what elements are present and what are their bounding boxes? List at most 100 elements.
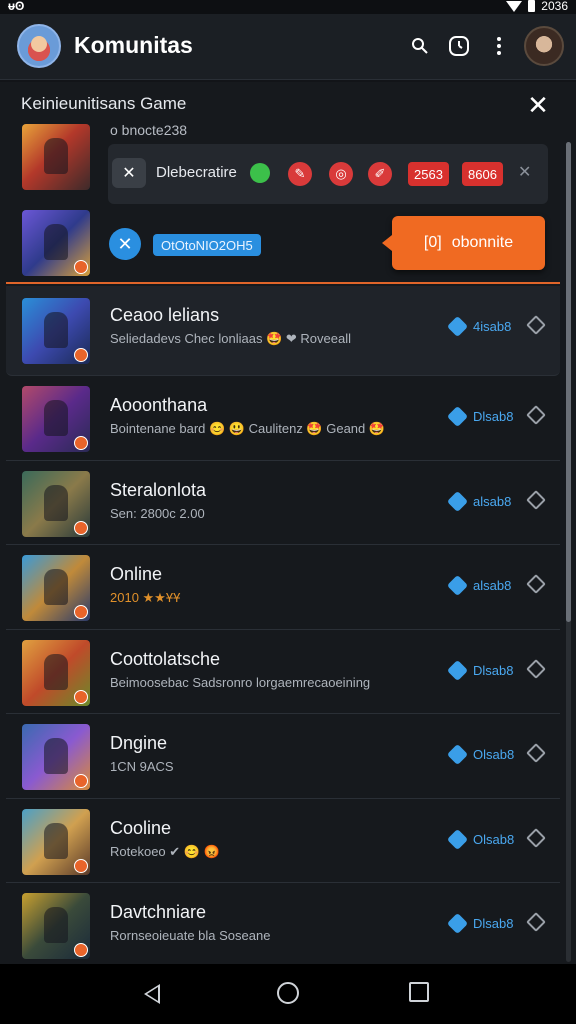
list-item[interactable]: Online 2010 ★★ҰҰ alsab8 bbox=[6, 545, 560, 630]
game-title: Coottolatsche bbox=[110, 648, 221, 669]
featured-meta: o bnocte238 bbox=[110, 122, 188, 138]
list-item[interactable]: Ceaoo lelians Seliedadevs Chec lonliaas … bbox=[6, 286, 560, 376]
character-art bbox=[44, 224, 68, 260]
game-stat: alsab8 bbox=[446, 490, 512, 512]
featured-thumbnail-1[interactable] bbox=[22, 124, 90, 190]
diamond-more-icon[interactable] bbox=[526, 405, 546, 425]
community-panel: Keinieunitisans Game ✕ o bnocte238 ✕ Dle… bbox=[0, 82, 576, 964]
status-right: 2036 bbox=[506, 0, 568, 13]
list-item[interactable]: Steralonlota Sen: 2800c 2.00 alsab8 bbox=[6, 461, 560, 545]
badge-icon bbox=[74, 605, 88, 619]
game-title: Online bbox=[110, 564, 163, 584]
close-circle-button[interactable]: ✕ bbox=[109, 228, 141, 260]
status-left-text: ᵾʘ bbox=[8, 0, 25, 13]
pencil-button[interactable]: ✐ bbox=[368, 162, 392, 186]
game-thumbnail bbox=[22, 808, 90, 875]
join-button[interactable]: [0] obonnite bbox=[382, 216, 545, 270]
stat-value: Olsab8 bbox=[473, 831, 515, 847]
game-subtitle: Bointenane bard 😊 😃 Caulitenz 🤩 Geand 🤩 bbox=[110, 421, 386, 436]
hexagon-icon bbox=[446, 912, 469, 935]
character-art bbox=[44, 822, 68, 859]
hexagon-icon bbox=[446, 315, 469, 338]
stat-value: Olsab8 bbox=[473, 747, 515, 762]
game-stat: Dlsab8 bbox=[446, 405, 514, 428]
close-icon[interactable]: ✕ bbox=[525, 92, 551, 118]
game-subtitle: Sen: 2800c 2.00 bbox=[110, 505, 205, 521]
search-icon[interactable] bbox=[408, 34, 432, 58]
target-button[interactable]: ◎ bbox=[329, 162, 353, 186]
diamond-more-icon[interactable] bbox=[526, 315, 546, 335]
game-thumbnail bbox=[22, 386, 90, 452]
panel-title: Keinieunitisans Game bbox=[21, 94, 187, 113]
game-subtitle: 1CN 9ACS bbox=[110, 759, 174, 774]
diamond-more-icon[interactable] bbox=[526, 658, 546, 679]
hexagon-icon bbox=[446, 405, 469, 428]
featured-thumbnail-2[interactable] bbox=[22, 210, 90, 276]
profile-avatar[interactable] bbox=[524, 26, 564, 66]
list-item[interactable]: Cooline Rotekoeo ✔ 😊 😡 Olsab8 bbox=[6, 799, 560, 883]
code-chip[interactable]: OtOtoNIO2OH5 bbox=[153, 234, 261, 256]
stat-value: Dlsab8 bbox=[473, 409, 514, 424]
list-item[interactable]: Aooonthana Bointenane bard 😊 😃 Caulitenz… bbox=[6, 376, 560, 461]
badge-icon bbox=[74, 689, 88, 704]
game-title: Cooline bbox=[110, 817, 172, 838]
hexagon-icon bbox=[446, 828, 469, 850]
game-title: Dngine bbox=[110, 733, 168, 753]
badge-icon bbox=[74, 260, 88, 274]
character-art bbox=[44, 569, 68, 605]
diamond-more-icon[interactable] bbox=[526, 912, 546, 932]
history-icon[interactable] bbox=[447, 34, 471, 58]
game-subtitle: Rornseoieuate bla Soseane bbox=[110, 928, 271, 943]
game-title: Davtchniare bbox=[110, 902, 207, 922]
game-stat: Dlsab8 bbox=[446, 659, 514, 681]
game-title: Steralonlota bbox=[110, 479, 207, 500]
toolbar-close-icon[interactable]: ✕ bbox=[518, 162, 531, 182]
diamond-more-icon[interactable] bbox=[526, 574, 546, 594]
game-subtitle: Beimoosebac Sadsronro lorgaemrecaoeining bbox=[110, 674, 371, 690]
back-icon[interactable] bbox=[144, 984, 160, 1004]
game-title: Ceaoo lelians bbox=[110, 305, 220, 325]
community-logo[interactable] bbox=[17, 24, 61, 68]
list-item[interactable]: Davtchniare Rornseoieuate bla Soseane Dl… bbox=[6, 883, 560, 968]
stat-value: alsab8 bbox=[473, 493, 512, 509]
battery-icon bbox=[528, 0, 536, 12]
hexagon-icon bbox=[446, 659, 469, 681]
recents-icon[interactable] bbox=[409, 982, 429, 1002]
list-item[interactable]: Dngine 1CN 9ACS Olsab8 bbox=[6, 714, 560, 799]
game-thumbnail bbox=[22, 298, 90, 364]
character-art bbox=[44, 400, 68, 436]
more-vertical-icon[interactable] bbox=[487, 34, 511, 58]
character-art bbox=[44, 653, 68, 690]
character-art bbox=[44, 312, 68, 348]
scrollbar-thumb[interactable] bbox=[566, 142, 571, 622]
diamond-more-icon[interactable] bbox=[526, 489, 546, 510]
cta-icon: [0] bbox=[423, 234, 442, 251]
app-title: Komunitas bbox=[74, 32, 193, 58]
list-item[interactable]: Coottolatsche Beimoosebac Sadsronro lorg… bbox=[6, 630, 560, 714]
game-thumbnail bbox=[22, 639, 90, 706]
hexagon-icon bbox=[446, 490, 469, 512]
count-pill-2[interactable]: 8606 bbox=[462, 162, 503, 186]
game-title: Aooonthana bbox=[110, 395, 208, 415]
badge-icon bbox=[74, 520, 88, 535]
character-art bbox=[44, 738, 68, 774]
stat-value: Dlsab8 bbox=[473, 662, 514, 678]
diamond-more-icon[interactable] bbox=[526, 743, 546, 763]
heart-button[interactable]: ✎ bbox=[288, 162, 312, 186]
diamond-more-icon[interactable] bbox=[526, 827, 546, 848]
stat-value: alsab8 bbox=[473, 578, 512, 593]
game-subtitle: Rotekoeo ✔ 😊 😡 bbox=[110, 843, 220, 859]
app-bar: Komunitas bbox=[0, 14, 576, 80]
section-divider bbox=[6, 282, 560, 284]
game-list: Ceaoo lelians Seliedadevs Chec lonliaas … bbox=[6, 286, 560, 968]
game-subtitle: 2010 ★★ҰҰ bbox=[110, 590, 181, 605]
badge-icon bbox=[74, 436, 88, 450]
dismiss-button[interactable]: ✕ bbox=[112, 158, 146, 188]
character-art bbox=[44, 484, 68, 521]
count-pill-1[interactable]: 2563 bbox=[408, 162, 449, 186]
character-art bbox=[44, 138, 68, 174]
game-stat: Olsab8 bbox=[446, 828, 515, 850]
system-nav-bar bbox=[0, 964, 576, 1024]
badge-icon bbox=[74, 943, 88, 957]
home-icon[interactable] bbox=[277, 982, 299, 1004]
